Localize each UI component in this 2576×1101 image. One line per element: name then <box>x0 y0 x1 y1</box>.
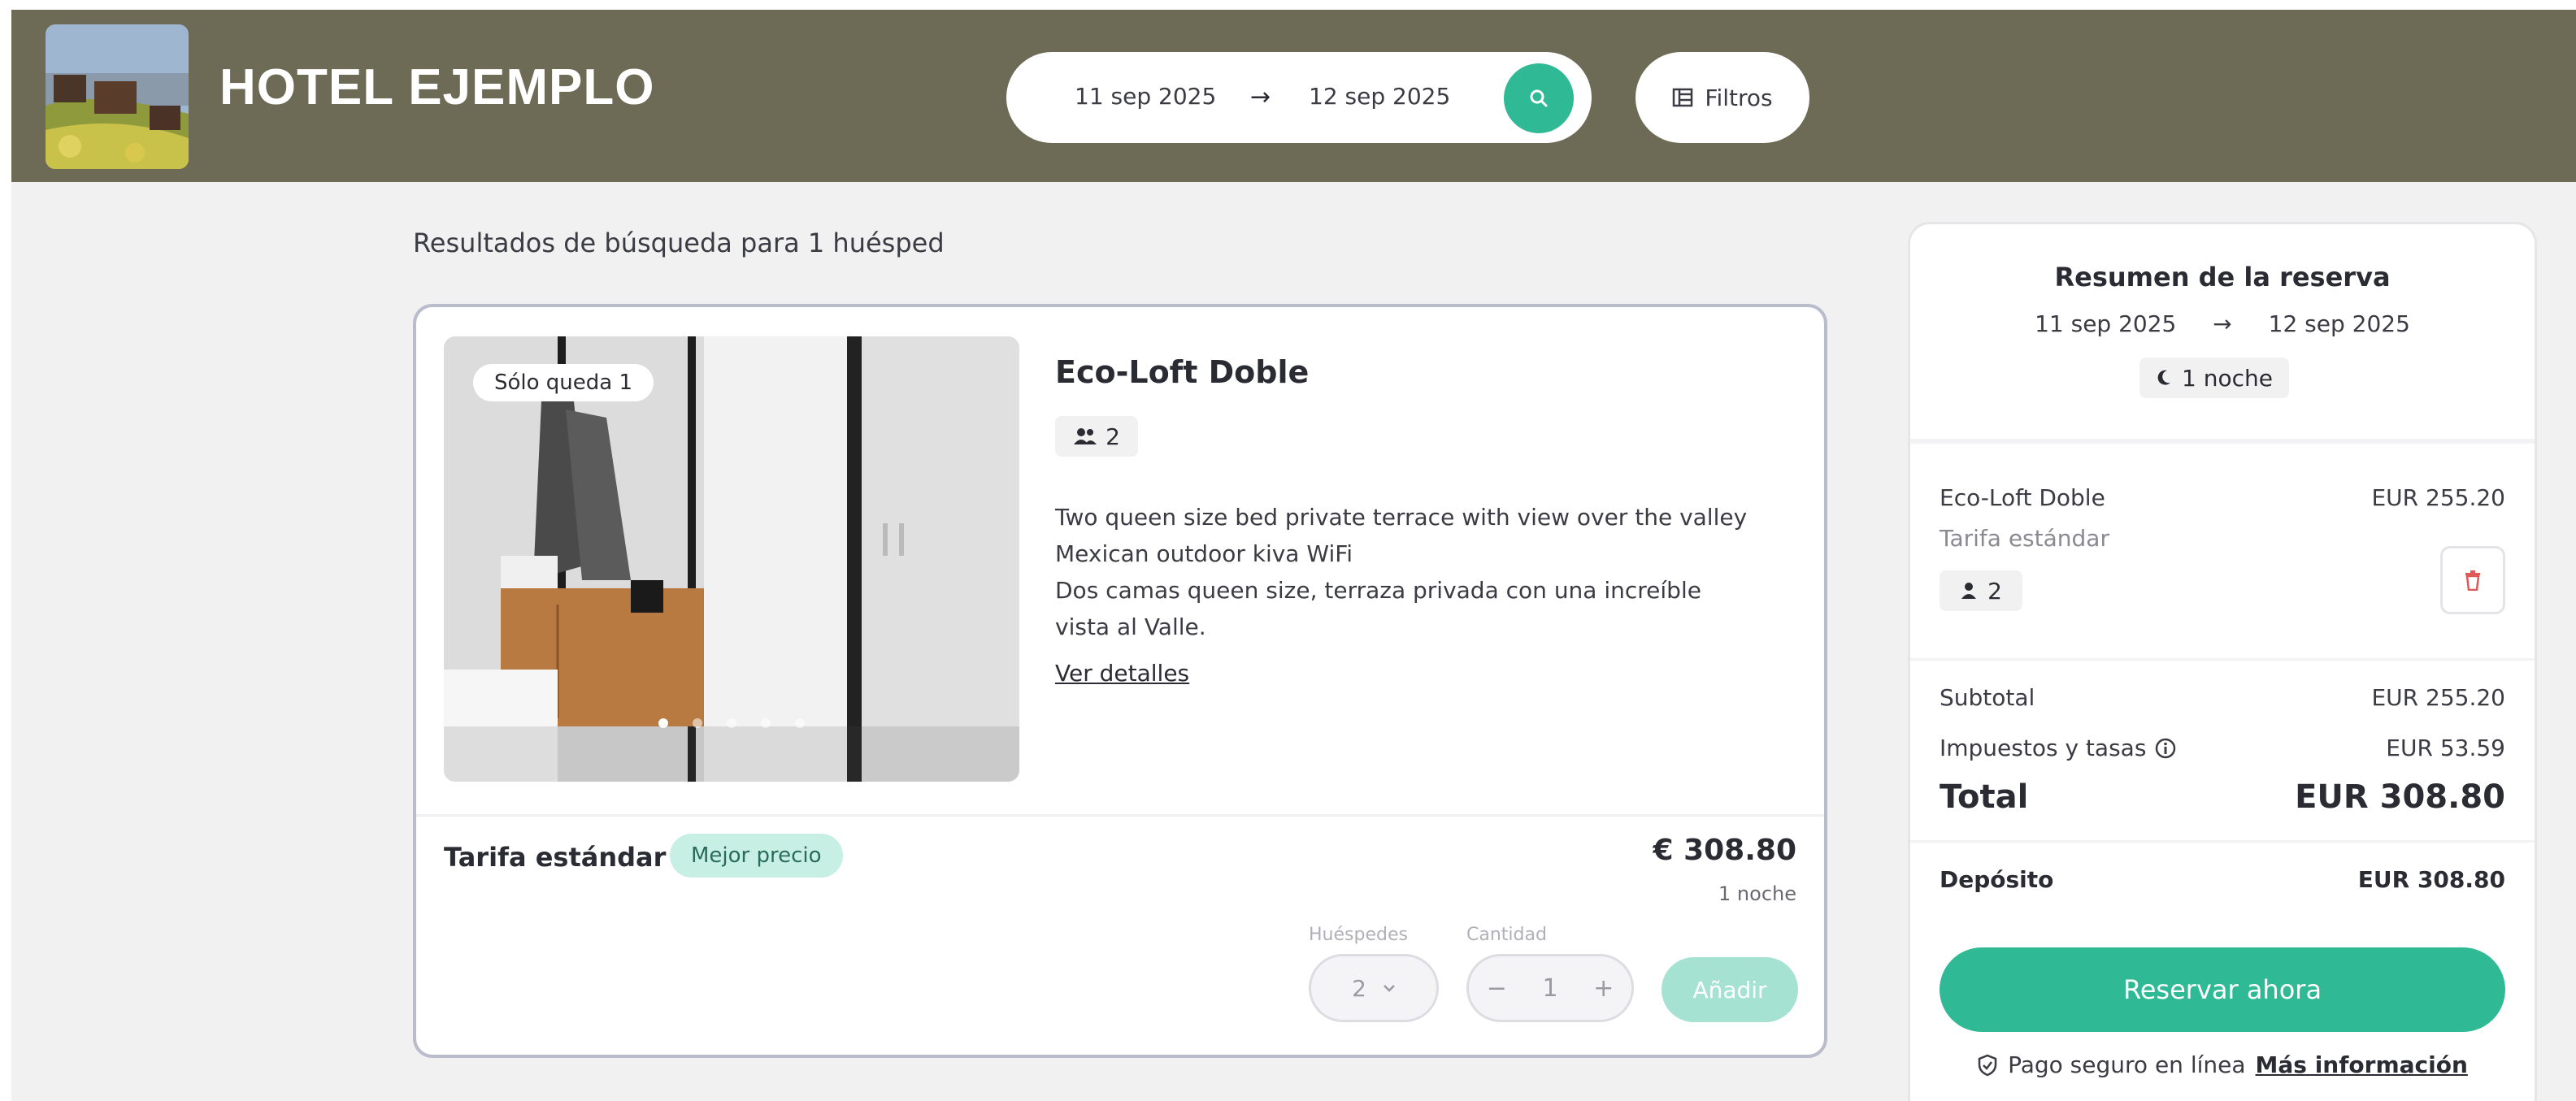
taxes-label: Impuestos y tasas <box>1940 735 2147 761</box>
summary-room-rate: Tarifa estándar <box>1940 525 2109 552</box>
quantity-stepper[interactable]: − 1 + <box>1466 954 1634 1022</box>
best-price-badge: Mejor precio <box>670 834 843 878</box>
description-line: Dos camas queen size, terraza privada co… <box>1055 577 1701 604</box>
shield-check-icon <box>1978 1054 1997 1076</box>
deposit-value: EUR 308.80 <box>2357 866 2505 893</box>
filters-label: Filtros <box>1705 84 1773 111</box>
filters-button[interactable]: Filtros <box>1636 52 1809 143</box>
nights-count: 1 noche <box>2182 364 2273 392</box>
carousel-dot[interactable] <box>795 718 805 728</box>
deposit-label: Depósito <box>1940 866 2054 893</box>
divider <box>416 814 1824 817</box>
taxes-label-group: Impuestos y tasas <box>1940 735 2177 761</box>
rate-name: Tarifa estándar <box>444 842 667 873</box>
check-in-date[interactable]: 11 sep 2025 <box>1075 83 1216 110</box>
deposit-row: Depósito EUR 308.80 <box>1940 866 2505 893</box>
hotel-name: HOTEL EJEMPLO <box>219 59 655 115</box>
summary-title: Resumen de la reserva <box>2054 262 2391 293</box>
summary-dates: 11 sep 2025 → 12 sep 2025 <box>1910 310 2535 337</box>
arrow-right-icon: → <box>2213 310 2232 337</box>
room-capacity: 2 <box>1106 423 1120 450</box>
summary-capacity-chip: 2 <box>1940 570 2022 611</box>
booking-summary-panel: Resumen de la reserva 11 sep 2025 → 12 s… <box>1910 224 2535 1101</box>
nights-chip: 1 noche <box>2139 358 2289 398</box>
reserve-now-button[interactable]: Reservar ahora <box>1940 947 2505 1032</box>
person-icon <box>1961 583 1977 599</box>
guests-value: 2 <box>1352 974 1366 1002</box>
room-photo-carousel[interactable]: Sólo queda 1 <box>444 336 1019 782</box>
summary-check-out: 12 sep 2025 <box>2268 310 2410 337</box>
secure-payment-note: Pago seguro en línea Más información <box>1910 1051 2535 1078</box>
decrement-button[interactable]: − <box>1487 974 1507 1003</box>
filters-icon <box>1673 88 1693 107</box>
carousel-dot[interactable] <box>693 718 702 728</box>
guests-label: Huéspedes <box>1309 925 1408 945</box>
subtotal-value: EUR 255.20 <box>2371 684 2505 711</box>
description-line: Two queen size bed private terrace with … <box>1055 504 1748 531</box>
divider <box>1910 439 2535 444</box>
search-button[interactable] <box>1504 63 1574 133</box>
hotel-logo-image[interactable] <box>46 24 189 169</box>
info-icon[interactable] <box>2154 737 2177 760</box>
view-details-link[interactable]: Ver detalles <box>1055 660 1189 687</box>
quantity-value: 1 <box>1542 973 1558 1003</box>
more-info-link[interactable]: Más información <box>2256 1051 2468 1078</box>
total-label: Total <box>1940 778 2029 816</box>
description-line: Mexican outdoor kiva WiFi <box>1055 540 1353 567</box>
total-row: Total EUR 308.80 <box>1940 778 2505 816</box>
total-value: EUR 308.80 <box>2295 778 2505 816</box>
subtotal-row: Subtotal EUR 255.20 <box>1940 684 2505 711</box>
carousel-dot[interactable] <box>727 718 736 728</box>
guests-select[interactable]: 2 <box>1309 954 1439 1022</box>
summary-capacity: 2 <box>1987 577 2002 605</box>
moon-icon <box>2157 370 2171 385</box>
chevron-down-icon <box>1384 985 1395 992</box>
quantity-label: Cantidad <box>1466 925 1547 945</box>
increment-button[interactable]: + <box>1593 974 1614 1003</box>
arrow-right-icon: → <box>1250 83 1271 111</box>
date-search-bar[interactable]: 11 sep 2025 → 12 sep 2025 <box>1006 52 1592 143</box>
carousel-dot[interactable] <box>658 718 668 728</box>
results-heading: Resultados de búsqueda para 1 huésped <box>413 228 945 258</box>
search-icon <box>1530 89 1548 107</box>
secure-text: Pago seguro en línea <box>2008 1051 2246 1078</box>
room-description: Two queen size bed private terrace with … <box>1055 499 1787 645</box>
rate-nights: 1 noche <box>1718 882 1796 905</box>
availability-badge: Sólo queda 1 <box>473 364 654 401</box>
summary-room-row: Eco-Loft Doble EUR 255.20 <box>1940 484 2505 511</box>
room-card: Sólo queda 1 Eco-Loft Doble 2 Two queen … <box>413 304 1827 1058</box>
rate-price: € 308.80 <box>1653 834 1796 867</box>
summary-check-in: 11 sep 2025 <box>2035 310 2177 337</box>
summary-room-price: EUR 255.20 <box>2371 484 2505 511</box>
header-bar: HOTEL EJEMPLO 11 sep 2025 → 12 sep 2025 … <box>11 10 2576 182</box>
remove-room-button[interactable] <box>2440 546 2505 614</box>
divider <box>1910 658 2535 661</box>
add-room-button[interactable]: Añadir <box>1662 957 1798 1022</box>
carousel-dots[interactable] <box>658 718 805 728</box>
check-out-date[interactable]: 12 sep 2025 <box>1309 83 1450 110</box>
trash-icon <box>2465 570 2480 591</box>
room-name: Eco-Loft Doble <box>1055 354 1310 390</box>
taxes-row: Impuestos y tasas EUR 53.59 <box>1940 735 2505 761</box>
room-capacity-chip: 2 <box>1055 416 1138 457</box>
subtotal-label: Subtotal <box>1940 684 2035 711</box>
summary-room-name: Eco-Loft Doble <box>1940 484 2105 511</box>
app-frame: HOTEL EJEMPLO 11 sep 2025 → 12 sep 2025 … <box>11 10 2576 1101</box>
taxes-value: EUR 53.59 <box>2386 735 2505 761</box>
guests-icon <box>1074 428 1097 444</box>
divider <box>1910 840 2535 843</box>
carousel-dot[interactable] <box>761 718 771 728</box>
description-line: vista al Valle. <box>1055 613 1206 640</box>
